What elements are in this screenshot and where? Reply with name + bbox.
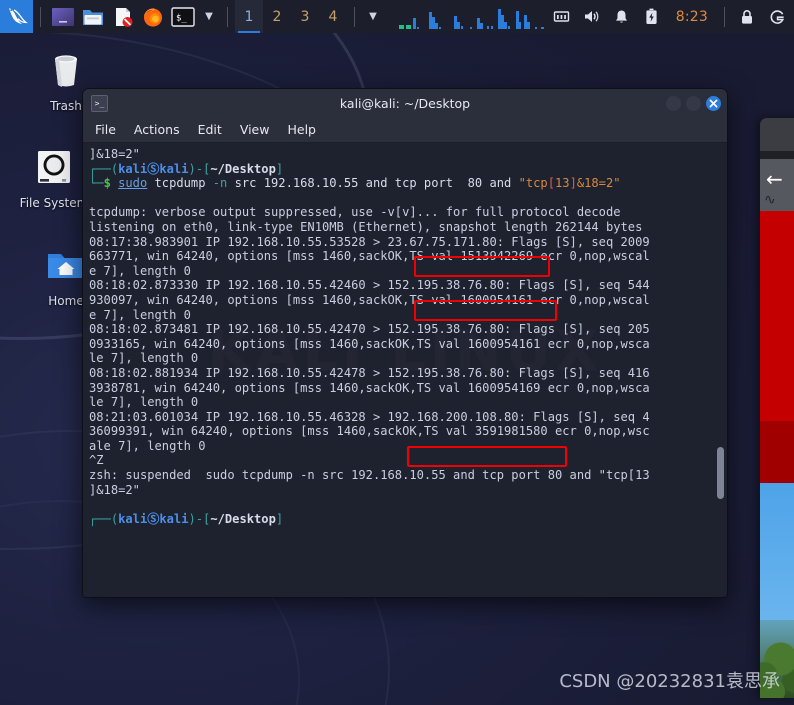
output-line: ^Z [89, 453, 104, 468]
panel-separator [724, 6, 725, 27]
disk-drive-icon [32, 145, 76, 193]
menu-item-edit[interactable]: Edit [198, 122, 222, 137]
workspace-1[interactable]: 1 [235, 0, 263, 33]
clock[interactable]: 8:23 [667, 9, 717, 25]
output-line: 0933165, win 64240, options [mss 1460,sa… [89, 336, 650, 351]
output-line: zsh: suspended sudo tcpdump -n src 192.1… [89, 468, 650, 483]
close-button[interactable] [706, 95, 721, 111]
app-launcher-text-editor[interactable] [108, 0, 138, 33]
background-window-titlebar [760, 118, 794, 151]
output-line: le 7], length 0 [89, 395, 199, 410]
output-line: 930097, win 64240, options [mss 1460,sac… [89, 292, 650, 307]
menu-item-file[interactable]: File [95, 122, 116, 137]
svg-text:$_: $_ [176, 13, 187, 23]
output-line: 08:21:03.601034 IP 192.168.10.55.46328 >… [89, 409, 650, 424]
workspace-2[interactable]: 2 [263, 0, 291, 33]
notifications-bell-icon[interactable] [607, 0, 637, 33]
network-icon[interactable] [547, 0, 577, 33]
prompt-user-2: kali [118, 511, 148, 526]
terminal-output-area[interactable]: KALI LINUX ]&18=2" ┌──(kaliⓈkali)-[~/Des… [83, 143, 727, 597]
prompt-cwd: ~/Desktop [210, 161, 276, 176]
prompt-host-2: kali [159, 511, 189, 526]
csdn-watermark: CSDN @20232831袁思承 [559, 671, 780, 692]
app-launcher-terminal[interactable]: $_ [168, 0, 198, 33]
workspace-switcher[interactable]: 1 2 3 4 [235, 0, 347, 33]
output-line: e 7], length 0 [89, 307, 191, 322]
terminal-title: kali@kali: ~/Desktop [339, 95, 471, 111]
desktop-icon-label: Home [48, 294, 84, 308]
kali-dragon-icon[interactable] [0, 0, 33, 33]
app-launcher-firefox[interactable] [138, 0, 168, 33]
background-window-toolbar [760, 151, 794, 159]
output-line: ale 7], length 0 [89, 438, 206, 453]
output-line: 08:18:02.881934 IP 192.168.10.55.42478 >… [89, 365, 650, 380]
terminal-menubar[interactable]: File Actions Edit View Help [83, 117, 727, 143]
workspace-3[interactable]: 3 [291, 0, 319, 33]
output-line: 663771, win 64240, options [mss 1460,sac… [89, 249, 650, 264]
app-launcher-file-manager[interactable] [78, 0, 108, 33]
output-line: listening on eth0, link-type EN10MB (Eth… [89, 219, 643, 234]
background-browser-window[interactable]: ← ∿ [760, 118, 794, 698]
app-launcher-files-manager[interactable] [48, 0, 78, 33]
output-line: e 7], length 0 [89, 263, 191, 278]
top-panel[interactable]: $_ ▼ 1 2 3 4 ▼ 8:23 [0, 0, 794, 33]
panel-separator [40, 6, 41, 27]
trash-can-icon [44, 48, 88, 96]
menu-item-help[interactable]: Help [287, 122, 316, 137]
system-monitor-graph[interactable] [398, 3, 546, 30]
menu-item-actions[interactable]: Actions [134, 122, 180, 137]
output-line: 08:18:02.873481 IP 192.168.10.55.42470 >… [89, 322, 650, 337]
menu-item-view[interactable]: View [240, 122, 270, 137]
back-arrow-icon[interactable]: ← [766, 169, 783, 189]
user-session-icon[interactable] [762, 0, 792, 33]
output-line: le 7], length 0 [89, 351, 199, 366]
prompt-user: kali [118, 161, 148, 176]
prompt-cwd-2: ~/Desktop [210, 511, 276, 526]
background-window-photo [760, 483, 794, 698]
terminal-scrollbar[interactable] [717, 147, 724, 593]
terminal-text: ]&18=2" ┌──(kaliⓈkali)-[~/Desktop] └─$ s… [89, 147, 650, 526]
battery-icon[interactable] [637, 0, 667, 33]
maximize-button[interactable] [686, 95, 701, 111]
chevron-down-icon[interactable]: ▼ [198, 0, 220, 33]
prompt-at: Ⓢ [147, 161, 160, 176]
background-window-red-banner [760, 211, 794, 421]
terminal-window[interactable]: >_ kali@kali: ~/Desktop File Actions Edi… [82, 88, 728, 598]
output-line: tcpdump: verbose output suppressed, use … [89, 205, 621, 220]
prompt-host: kali [159, 161, 189, 176]
output-line: 08:18:02.873330 IP 192.168.10.55.42460 >… [89, 278, 650, 293]
output-line: 3938781, win 64240, options [mss 1460,sa… [89, 380, 650, 395]
background-window-navbar[interactable]: ← ∿ [760, 159, 794, 211]
terminal-scrollbar-thumb[interactable] [717, 447, 724, 499]
scrollback-tail: ]&18=2" [89, 147, 140, 161]
squiggle-icon: ∿ [764, 192, 776, 208]
panel-separator [354, 6, 355, 27]
panel-separator [227, 6, 228, 27]
background-window-red-banner-dark [760, 421, 794, 483]
terminal-titlebar[interactable]: >_ kali@kali: ~/Desktop [83, 89, 727, 117]
desktop-icon-label: File System [19, 196, 89, 210]
output-line: 08:17:38.983901 IP 192.168.10.55.53528 >… [89, 234, 650, 249]
output-line: 36099391, win 64240, options [mss 1460,s… [89, 424, 650, 439]
volume-icon[interactable] [577, 0, 607, 33]
prompt-symbol: $ [103, 176, 111, 191]
chevron-down-icon[interactable]: ▼ [362, 0, 384, 33]
lock-icon[interactable] [732, 0, 762, 33]
system-tray[interactable]: 8:23 [547, 0, 794, 33]
desktop-icon-label: Trash [50, 99, 82, 113]
minimize-button[interactable] [666, 95, 681, 111]
workspace-4[interactable]: 4 [319, 0, 347, 33]
terminal-icon: >_ [91, 94, 108, 112]
prompt-at-2: Ⓢ [147, 511, 160, 526]
output-line: ]&18=2" [89, 482, 140, 497]
